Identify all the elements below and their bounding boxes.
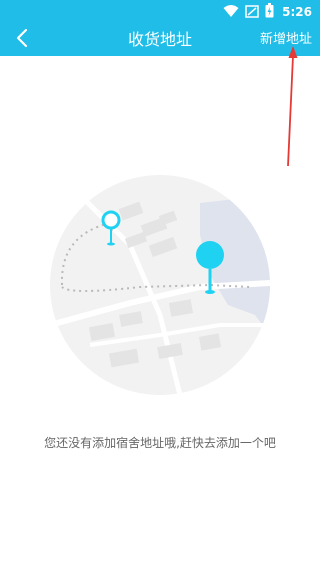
nav-bar: 收货地址 新增地址 — [0, 24, 320, 56]
empty-state-message: 您还没有添加宿舍地址哦,赶快去添加一个吧 — [44, 436, 276, 450]
signal-icon — [245, 3, 259, 22]
status-icons: 5:26 — [223, 2, 312, 22]
back-button[interactable] — [8, 26, 36, 54]
map-illustration — [50, 175, 270, 395]
status-time: 5:26 — [282, 5, 312, 19]
chevron-left-icon — [15, 28, 29, 52]
add-address-button[interactable]: 新增地址 — [260, 24, 312, 56]
wifi-icon — [223, 3, 239, 22]
status-bar: 5:26 — [0, 0, 320, 24]
battery-icon — [265, 2, 274, 22]
